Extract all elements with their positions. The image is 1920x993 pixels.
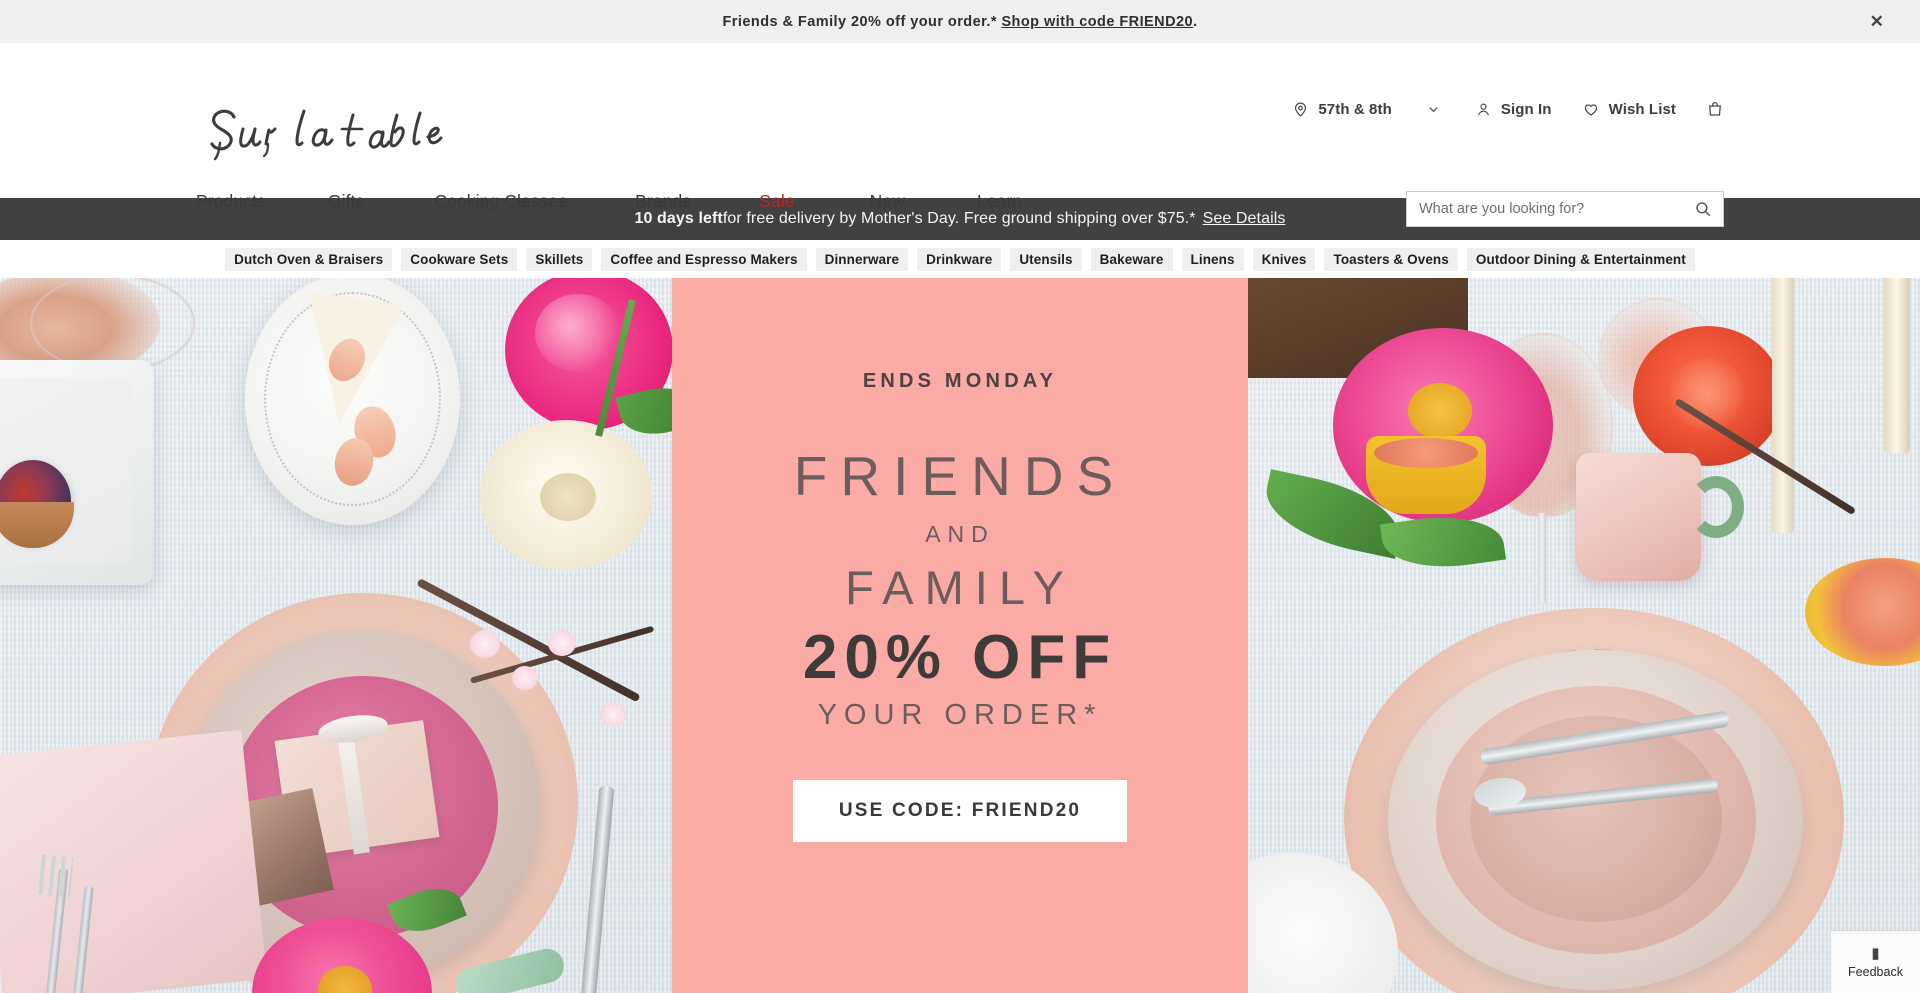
wish-list-label: Wish List — [1608, 100, 1676, 118]
cart-button[interactable] — [1706, 98, 1724, 120]
sign-in-button[interactable]: Sign In — [1475, 99, 1552, 120]
category-pill[interactable]: Dutch Oven & Braisers — [225, 247, 393, 271]
promo-banner-text: Friends & Family 20% off your order.* — [722, 13, 997, 30]
hero-line-order: YOUR ORDER* — [817, 699, 1103, 731]
hero-image-right — [1248, 278, 1920, 993]
hero-eyebrow: ENDS MONDAY — [862, 370, 1058, 392]
feedback-widget[interactable]: ▮ Feedback — [1830, 930, 1920, 993]
category-pill[interactable]: Skillets — [526, 247, 593, 271]
category-pill[interactable]: Toasters & Ovens — [1324, 247, 1458, 271]
category-pill[interactable]: Linens — [1181, 247, 1244, 271]
search-input[interactable] — [1407, 192, 1683, 226]
close-icon[interactable]: ✕ — [1864, 9, 1890, 35]
search-box[interactable] — [1406, 191, 1724, 227]
wine-glass-stem — [1538, 513, 1546, 603]
store-location-selector[interactable]: 57th & 8th — [1292, 99, 1392, 120]
category-pill[interactable]: Cookware Sets — [401, 247, 518, 271]
cherry-blossom — [600, 703, 626, 727]
user-icon — [1475, 101, 1492, 118]
grapefruit-flesh — [1374, 438, 1478, 468]
store-location-label: 57th & 8th — [1318, 100, 1392, 118]
category-pill[interactable]: Coffee and Espresso Makers — [601, 247, 807, 271]
feedback-label: Feedback — [1848, 964, 1903, 979]
nav-item-new[interactable]: New — [870, 191, 905, 212]
cherry-blossom — [470, 630, 500, 658]
see-details-link[interactable]: See Details — [1203, 210, 1286, 228]
hero-image-left — [0, 278, 672, 993]
nav-item-brands[interactable]: Brands — [635, 191, 691, 212]
cream-flower-center — [540, 473, 596, 521]
wish-list-button[interactable]: Wish List — [1582, 98, 1676, 120]
location-pin-icon — [1292, 101, 1309, 118]
heart-icon — [1582, 100, 1600, 118]
header-utility-row: 57th & 8th Sign In Wish List — [1292, 98, 1724, 120]
promo-banner-period: . — [1193, 13, 1198, 30]
shipping-banner-text: for free delivery by Mother's Day. Free … — [722, 210, 1196, 227]
category-pill[interactable]: Knives — [1252, 247, 1316, 271]
nav-item-cooking-classes[interactable]: Cooking Classes — [434, 191, 567, 212]
nav-item-gifts[interactable]: Gifts — [328, 191, 364, 212]
pink-peony-highlight — [535, 294, 621, 372]
hero-line-friends: FRIENDS — [793, 445, 1127, 507]
category-pill[interactable]: Bakeware — [1090, 247, 1173, 271]
search-icon[interactable] — [1683, 192, 1723, 226]
nav-item-learn[interactable]: Learn — [977, 191, 1022, 212]
linen-napkin — [0, 729, 268, 993]
main-navigation: Products Gifts Cooking Classes Brands Sa… — [196, 191, 1022, 212]
use-code-button[interactable]: USE CODE: FRIEND20 — [792, 780, 1128, 842]
promo-banner: Friends & Family 20% off your order.* Sh… — [0, 0, 1920, 43]
nav-item-sale[interactable]: Sale — [759, 191, 794, 212]
cherry-blossom — [548, 630, 576, 656]
nav-item-products[interactable]: Products — [196, 191, 266, 212]
taper-candle — [1884, 278, 1910, 453]
site-logo[interactable] — [196, 103, 461, 165]
taper-candle — [1772, 278, 1794, 533]
hero-line-and: AND — [925, 521, 995, 547]
shipping-banner-highlight: 10 days left — [634, 210, 723, 227]
category-pill[interactable]: Outdoor Dining & Entertainment — [1466, 247, 1695, 271]
ceramic-mug — [1576, 453, 1701, 581]
fork-tines — [37, 854, 75, 898]
hero-line-family: FAMILY — [845, 561, 1075, 614]
wine-glass-rim — [30, 278, 195, 372]
site-header: 57th & 8th Sign In Wish List Products Gi… — [0, 43, 1920, 227]
feedback-icon: ▮ — [1871, 944, 1880, 962]
hero-promo-panel: ENDS MONDAY FRIENDS AND FAMILY 20% OFF Y… — [672, 278, 1248, 993]
hero-line-discount: 20% OFF — [802, 623, 1118, 692]
sign-in-label: Sign In — [1500, 100, 1552, 118]
promo-banner-link[interactable]: Shop with code FRIEND20 — [1001, 14, 1193, 30]
category-pill[interactable]: Drinkware — [917, 247, 1002, 271]
category-pill[interactable]: Utensils — [1010, 247, 1082, 271]
category-pill[interactable]: Dinnerware — [815, 247, 909, 271]
category-pill-row: Dutch Oven & Braisers Cookware Sets Skil… — [0, 240, 1920, 278]
peony-center — [1408, 383, 1472, 439]
mug-handle — [1688, 476, 1744, 538]
chevron-down-icon[interactable] — [1426, 102, 1441, 117]
shopping-bag-icon — [1706, 100, 1724, 118]
hero-banner: ENDS MONDAY FRIENDS AND FAMILY 20% OFF Y… — [0, 278, 1920, 993]
cherry-blossom — [512, 666, 538, 690]
